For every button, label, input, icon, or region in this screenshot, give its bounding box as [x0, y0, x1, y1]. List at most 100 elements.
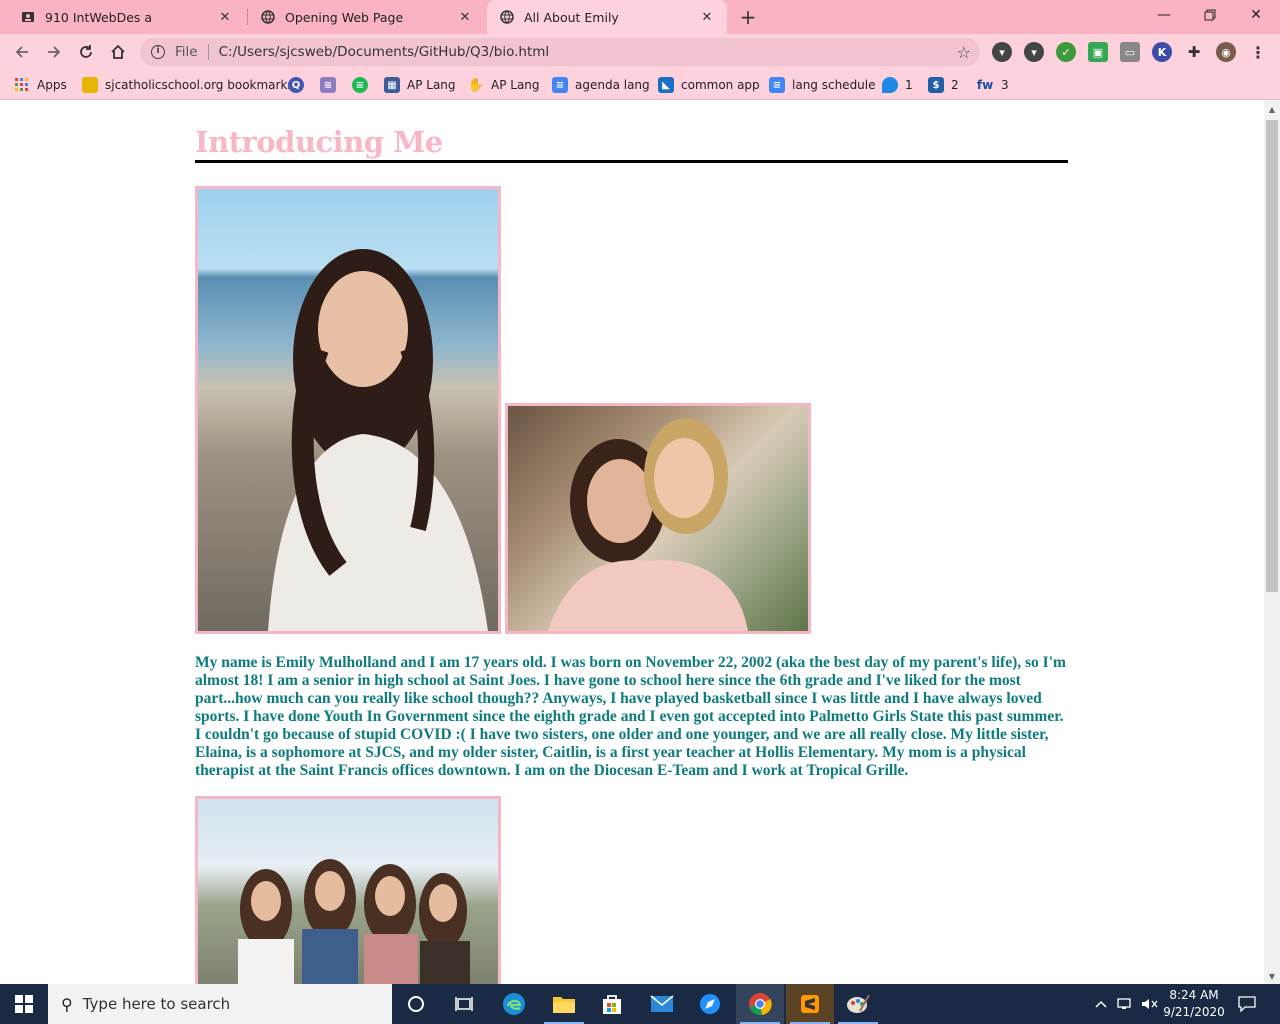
- url-text[interactable]: C:/Users/sjcsweb/Documents/GitHub/Q3/bio…: [219, 44, 957, 60]
- puzzle-extensions-icon[interactable]: ✚: [1184, 42, 1204, 62]
- compass-icon: [700, 994, 720, 1014]
- photo-emily-with-friend: [505, 403, 811, 634]
- store-bag-icon: [603, 995, 621, 1014]
- folder-icon: [553, 997, 575, 1013]
- bookmark-agenda-lang[interactable]: ≡ agenda lang: [552, 76, 650, 94]
- reload-button[interactable]: [74, 40, 98, 64]
- url-scheme: File: [175, 44, 198, 60]
- k-extension-icon[interactable]: K: [1152, 42, 1172, 62]
- photo-illustration: [238, 859, 470, 984]
- classroom-extension-icon[interactable]: ▣: [1088, 42, 1108, 62]
- reload-icon: [80, 45, 92, 58]
- close-tab-icon[interactable]: ✕: [217, 9, 233, 25]
- bookmark-folder[interactable]: sjcatholicschool.org bookmarks: [82, 76, 294, 94]
- mail-icon: [650, 995, 674, 1012]
- folder-icon: [82, 77, 98, 93]
- close-tab-icon[interactable]: ✕: [699, 9, 715, 25]
- bookmark-1[interactable]: 1: [882, 76, 913, 94]
- spotify-icon: ≡: [352, 77, 368, 93]
- layers-icon: ≋: [320, 77, 336, 93]
- scroll-down-arrow-icon[interactable]: ▼: [1264, 968, 1280, 984]
- apps-grid-icon: [14, 77, 30, 93]
- notifications-icon[interactable]: [1238, 984, 1256, 1024]
- chrome-app[interactable]: [736, 984, 784, 1024]
- home-button[interactable]: [106, 40, 130, 64]
- profile-avatar[interactable]: ◉: [1216, 42, 1236, 62]
- classroom-icon: [20, 9, 36, 25]
- bookmark-apps[interactable]: Apps: [14, 76, 67, 94]
- bookmark-layers[interactable]: ≋: [320, 76, 343, 94]
- docs-icon: ≡: [769, 77, 785, 93]
- chrome-icon: [749, 993, 772, 1016]
- address-bar[interactable]: i File C:/Users/sjcsweb/Documents/GitHub…: [140, 38, 980, 66]
- bookmark-2[interactable]: $ 2: [928, 76, 959, 94]
- windows-taskbar: ⚲ Type here to search 8:24 AM 9/21/2020: [0, 984, 1280, 1024]
- close-window-button[interactable]: ✕: [1233, 0, 1279, 30]
- start-button[interactable]: [0, 984, 48, 1024]
- screen-extension-icon[interactable]: ▭: [1120, 42, 1140, 62]
- restore-button[interactable]: [1187, 0, 1233, 30]
- bookmark-label: common app: [681, 78, 760, 92]
- info-icon[interactable]: i: [151, 45, 165, 59]
- task-view-button[interactable]: [440, 984, 488, 1024]
- arrow-right-icon: [48, 46, 61, 58]
- search-placeholder: Type here to search: [82, 995, 231, 1013]
- scrollbar-thumb[interactable]: [1266, 120, 1278, 592]
- clock-date: 9/21/2020: [1163, 1005, 1225, 1019]
- network-icon[interactable]: [1117, 984, 1135, 1024]
- chat-icon: [882, 77, 898, 93]
- bookmark-star-icon[interactable]: ☆: [957, 43, 971, 62]
- globe-icon: [499, 9, 515, 25]
- page-scrollbar[interactable]: ▲ ▼: [1264, 101, 1280, 984]
- shield-extension-icon[interactable]: ▾: [992, 42, 1012, 62]
- grammar-extension-icon[interactable]: ✓: [1056, 42, 1076, 62]
- tab-all-about-emily[interactable]: All About Emily ✕: [487, 0, 727, 34]
- dollar-icon: $: [928, 77, 944, 93]
- shield-extension-icon[interactable]: ▾: [1024, 42, 1044, 62]
- bookmark-quizlet[interactable]: Q: [288, 76, 311, 94]
- store-app[interactable]: [588, 984, 636, 1024]
- photo-illustration: [548, 418, 748, 631]
- bookmark-label: lang schedule: [792, 78, 876, 92]
- file-explorer-app[interactable]: [540, 984, 588, 1024]
- bookmark-ap-lang-1[interactable]: ▦ AP Lang: [384, 76, 456, 94]
- arrow-left-icon: [15, 46, 28, 58]
- heading-rule: [195, 160, 1068, 163]
- volume-muted-icon[interactable]: [1141, 984, 1159, 1024]
- mail-app[interactable]: [638, 984, 686, 1024]
- bookmark-3[interactable]: fw 3: [976, 76, 1009, 94]
- clock-time: 8:24 AM: [1169, 988, 1219, 1002]
- taskbar-search[interactable]: ⚲ Type here to search: [48, 984, 392, 1024]
- tab-classroom[interactable]: 910 IntWebDes a ✕: [0, 0, 245, 34]
- bookmark-ap-lang-2[interactable]: ✋ AP Lang: [468, 76, 540, 94]
- cortana-button[interactable]: [392, 984, 440, 1024]
- globe-icon: [260, 9, 276, 25]
- minimize-button[interactable]: —: [1141, 0, 1187, 30]
- close-tab-icon[interactable]: ✕: [457, 9, 473, 25]
- tab-opening-web-page[interactable]: Opening Web Page ✕: [240, 0, 485, 34]
- bookmark-lang-schedule[interactable]: ≡ lang schedule: [769, 76, 876, 94]
- divider: [207, 44, 209, 60]
- bookmarks-bar: Apps sjcatholicschool.org bookmarks Q ≋ …: [0, 70, 1280, 100]
- back-button[interactable]: [10, 40, 34, 64]
- sublime-text-app[interactable]: [786, 984, 834, 1024]
- bookmark-spotify[interactable]: ≡: [352, 76, 375, 94]
- bookmark-label: 1: [905, 78, 913, 92]
- hand-icon: ✋: [467, 77, 485, 93]
- edge-icon: [503, 993, 525, 1015]
- safari-like-app[interactable]: [686, 984, 734, 1024]
- bookmark-common-app[interactable]: ◣ common app: [658, 76, 760, 94]
- taskbar-clock[interactable]: 8:24 AM 9/21/2020: [1160, 987, 1228, 1021]
- docs-icon: ≡: [552, 77, 568, 93]
- edge-app[interactable]: [490, 984, 538, 1024]
- fw-icon: fw: [976, 78, 994, 92]
- page-heading: Introducing Me: [195, 125, 443, 159]
- paint-app[interactable]: [834, 984, 882, 1024]
- forward-button[interactable]: [42, 40, 66, 64]
- tray-chevron-icon[interactable]: [1094, 984, 1108, 1024]
- menu-kebab-icon[interactable]: ⋮: [1248, 42, 1268, 62]
- new-tab-button[interactable]: +: [736, 5, 760, 29]
- bio-paragraph: My name is Emily Mulholland and I am 17 …: [195, 654, 1066, 779]
- scroll-up-arrow-icon[interactable]: ▲: [1264, 101, 1280, 117]
- cortana-icon: [408, 996, 424, 1012]
